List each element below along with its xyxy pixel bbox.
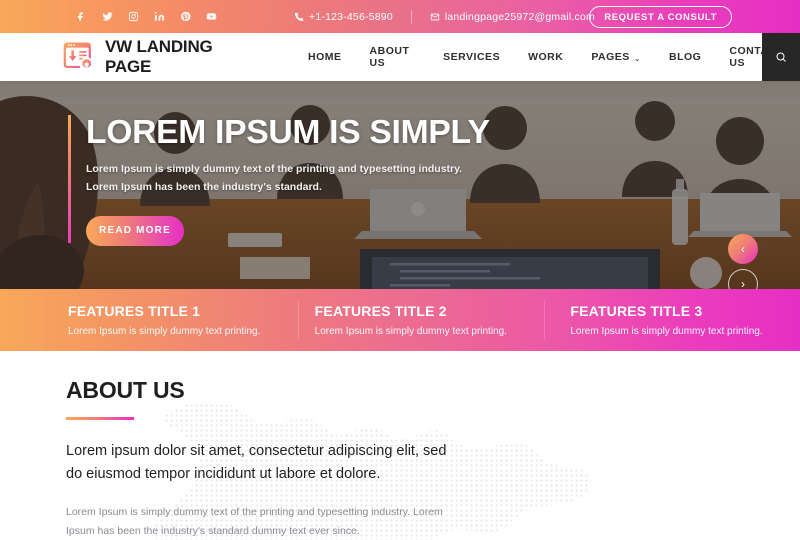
about-content: ABOUT US Lorem ipsum dolor sit amet, con… — [0, 351, 470, 540]
chevron-down-icon: ⌄ — [633, 53, 642, 63]
top-bar: +1-123-456-5890 landingpage25972@gmail.c… — [0, 0, 800, 33]
hero-title: LOREM IPSUM IS SIMPLY — [86, 113, 490, 150]
instagram-icon[interactable] — [120, 4, 146, 30]
nav-label: WORK — [528, 51, 564, 63]
phone-link[interactable]: +1-123-456-5890 — [276, 11, 411, 23]
slider-controls: ‹ › — [728, 234, 758, 289]
feature-text: Lorem Ipsum is simply dummy text printin… — [314, 326, 507, 337]
about-subheading: Lorem ipsum dolor sit amet, consectetur … — [66, 443, 447, 483]
feature-item-1[interactable]: FEATURES TITLE 1 Lorem Ipsum is simply d… — [0, 289, 298, 351]
brand[interactable]: VW LANDING PAGE — [62, 37, 252, 77]
nav-item-pages[interactable]: PAGES ⌄ — [577, 33, 655, 81]
nav-label: BLOG — [669, 51, 702, 63]
nav-label: PAGES — [591, 51, 630, 63]
hero-accent-bar — [68, 115, 71, 243]
pinterest-icon[interactable] — [172, 4, 198, 30]
search-button[interactable] — [762, 33, 800, 81]
slider-prev-button[interactable]: ‹ — [728, 234, 758, 264]
about-accent-rule — [66, 417, 134, 420]
nav-item-work[interactable]: WORK — [514, 33, 577, 81]
linkedin-icon[interactable] — [146, 4, 172, 30]
about-body-text: Lorem Ipsum is simply dummy text of the … — [66, 505, 443, 538]
about-heading: ABOUT US — [66, 377, 185, 403]
social-links — [68, 4, 224, 30]
feature-text: Lorem Ipsum is simply dummy text printin… — [570, 326, 763, 337]
email-link[interactable]: landingpage25972@gmail.com — [412, 11, 613, 23]
features-bar: FEATURES TITLE 1 Lorem Ipsum is simply d… — [0, 289, 800, 351]
feature-title: FEATURES TITLE 1 — [68, 303, 201, 319]
hero-subtitle: Lorem Ipsum is simply dummy text of the … — [86, 160, 466, 197]
logo-icon — [62, 40, 96, 74]
feature-item-3[interactable]: FEATURES TITLE 3 Lorem Ipsum is simply d… — [544, 289, 800, 351]
search-icon — [776, 52, 786, 62]
feature-text: Lorem Ipsum is simply dummy text printin… — [68, 326, 261, 337]
hero-read-more-button[interactable]: READ MORE — [86, 215, 184, 246]
brand-name: VW LANDING PAGE — [105, 37, 213, 76]
email-icon — [430, 13, 440, 20]
slider-next-button[interactable]: › — [728, 269, 758, 289]
feature-title: FEATURES TITLE 2 — [314, 303, 447, 319]
landing-page: +1-123-456-5890 landingpage25972@gmail.c… — [0, 0, 800, 540]
hero-subtitle-line1: Lorem Ipsum is simply dummy text of the … — [86, 163, 463, 175]
nav-item-blog[interactable]: BLOG — [655, 33, 715, 81]
site-header: VW LANDING PAGE HOME ABOUT US SERVICES W… — [0, 33, 800, 81]
phone-text: +1-123-456-5890 — [309, 10, 393, 23]
youtube-icon[interactable] — [198, 4, 224, 30]
nav-item-about-us[interactable]: ABOUT US — [356, 33, 430, 81]
nav-item-home[interactable]: HOME — [294, 33, 356, 81]
nav-label: HOME — [308, 51, 342, 63]
nav-label: SERVICES — [443, 51, 501, 63]
request-consult-button[interactable]: REQUEST A CONSULT — [589, 5, 732, 28]
about-section: ABOUT US Lorem ipsum dolor sit amet, con… — [0, 351, 800, 540]
email-text: landingpage25972@gmail.com — [444, 10, 595, 23]
topbar-contact: +1-123-456-5890 landingpage25972@gmail.c… — [276, 9, 613, 24]
hero-subtitle-line2: Lorem Ipsum has been the industry's stan… — [86, 181, 322, 194]
phone-icon — [294, 12, 304, 21]
nav-label: ABOUT US — [369, 45, 410, 69]
main-nav: HOME ABOUT US SERVICES WORK PAGES ⌄ BLOG… — [294, 33, 800, 81]
twitter-icon[interactable] — [94, 4, 120, 30]
feature-title: FEATURES TITLE 3 — [570, 303, 703, 319]
facebook-icon[interactable] — [68, 4, 94, 30]
hero-content: LOREM IPSUM IS SIMPLY Lorem Ipsum is sim… — [68, 115, 490, 246]
nav-item-services[interactable]: SERVICES — [429, 33, 514, 81]
feature-item-2[interactable]: FEATURES TITLE 2 Lorem Ipsum is simply d… — [297, 289, 545, 351]
hero-slider: LOREM IPSUM IS SIMPLY Lorem Ipsum is sim… — [0, 81, 800, 289]
